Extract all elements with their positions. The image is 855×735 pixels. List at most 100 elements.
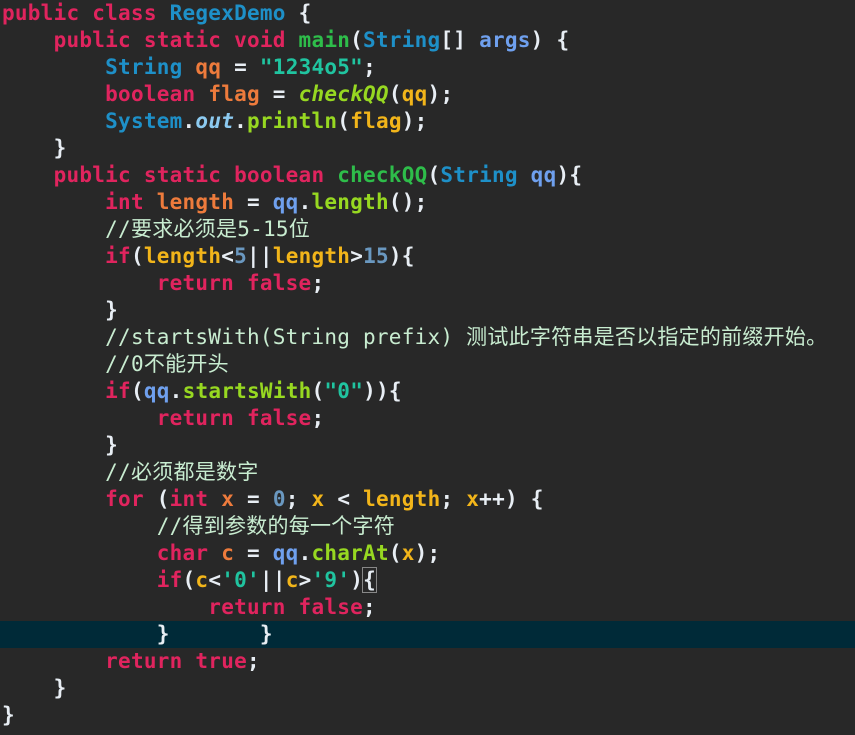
code-token: if: [156, 568, 183, 592]
code-token: =: [234, 541, 273, 565]
code-token: x: [466, 487, 480, 511]
code-line[interactable]: int length = qq.length();: [0, 189, 855, 216]
code-token: boolean: [105, 82, 209, 106]
code-token: qq: [272, 541, 299, 565]
code-line[interactable]: char c = qq.charAt(x);: [0, 540, 855, 567]
code-token: RegexDemo: [169, 1, 286, 25]
code-line[interactable]: public class RegexDemo {: [0, 0, 855, 27]
code-token: String: [363, 28, 441, 52]
code-token: public static void: [53, 28, 299, 52]
code-token: ){: [556, 163, 583, 187]
code-token: .: [298, 190, 312, 214]
code-token: '0': [221, 568, 260, 592]
code-line[interactable]: }: [0, 702, 855, 729]
code-token: {: [362, 567, 378, 593]
code-token: ||: [247, 244, 273, 268]
code-token: } }: [2, 622, 273, 646]
code-token: (: [427, 163, 441, 187]
code-editor[interactable]: public class RegexDemo { public static v…: [0, 0, 855, 735]
code-line[interactable]: }: [0, 675, 855, 702]
code-token: }: [2, 136, 67, 160]
code-token: length: [272, 244, 351, 268]
code-token: length: [311, 190, 389, 214]
code-token: //必须都是数字: [105, 460, 259, 484]
code-token: System: [105, 109, 183, 133]
code-token: ): [350, 568, 364, 592]
code-line[interactable]: //startsWith(String prefix) 测试此字符串是否以指定的…: [0, 324, 855, 351]
code-token: "0": [324, 379, 364, 403]
code-token: return true: [105, 649, 247, 673]
code-token: "1234o5": [259, 55, 364, 79]
code-token: >: [298, 568, 312, 592]
code-line-current[interactable]: } }: [0, 621, 855, 648]
code-line[interactable]: String qq = "1234o5";: [0, 54, 855, 81]
code-token: int: [105, 190, 157, 214]
code-token: out: [195, 109, 235, 133]
code-token: public class: [2, 1, 170, 25]
code-token: '9': [311, 568, 351, 592]
code-token: =: [221, 55, 260, 79]
code-token: <: [324, 487, 364, 511]
code-token: startsWith: [182, 379, 312, 403]
code-line[interactable]: boolean flag = checkQQ(qq);: [0, 81, 855, 108]
code-line[interactable]: if(c<'0'||c>'9'){: [0, 567, 855, 594]
code-token: ;: [246, 649, 260, 673]
code-token: ();: [388, 190, 428, 214]
code-line[interactable]: System.out.println(flag);: [0, 108, 855, 135]
code-line[interactable]: }: [0, 297, 855, 324]
code-line[interactable]: //0不能开头: [0, 351, 855, 378]
code-token: 15: [363, 244, 389, 268]
code-line[interactable]: return false;: [0, 270, 855, 297]
code-token: }: [2, 433, 119, 457]
code-token: c: [195, 568, 209, 592]
code-token: <: [208, 568, 222, 592]
code-token: (: [350, 28, 364, 52]
code-token: String: [105, 55, 196, 79]
code-line[interactable]: return true;: [0, 648, 855, 675]
code-line[interactable]: public static void main(String[] args) {: [0, 27, 855, 54]
code-line[interactable]: if(length<5||length>15){: [0, 243, 855, 270]
code-token: flag: [208, 82, 260, 106]
code-token: x: [401, 541, 415, 565]
code-line[interactable]: public static boolean checkQQ(String qq)…: [0, 162, 855, 189]
code-token: //startsWith(String prefix) 测试此字符串是否以指定的…: [105, 325, 828, 349]
code-line[interactable]: if(qq.startsWith("0")){: [0, 378, 855, 405]
code-token: );: [427, 82, 454, 106]
code-line[interactable]: return false;: [0, 405, 855, 432]
code-token: =: [234, 487, 273, 511]
code-token: flag: [350, 109, 402, 133]
code-token: 5: [234, 244, 248, 268]
code-token: ;: [311, 406, 325, 430]
code-token: charAt: [311, 541, 389, 565]
code-line[interactable]: for (int x = 0; x < length; x++) {: [0, 486, 855, 513]
code-token: }: [2, 703, 15, 727]
code-line[interactable]: }: [0, 432, 855, 459]
code-line[interactable]: //必须都是数字: [0, 459, 855, 486]
code-line[interactable]: //得到参数的每一个字符: [0, 513, 855, 540]
code-token: ||: [259, 568, 286, 592]
code-line[interactable]: //要求必须是5-15位: [0, 216, 855, 243]
code-token: ) {: [530, 28, 570, 52]
code-token: ;: [285, 487, 312, 511]
code-token: )){: [363, 379, 402, 403]
code-token: if: [105, 244, 131, 268]
code-token: main: [298, 28, 351, 52]
code-line[interactable]: }: [0, 135, 855, 162]
code-token: String: [440, 163, 531, 187]
code-token: 0: [272, 487, 286, 511]
code-token: //得到参数的每一个字符: [156, 514, 396, 538]
code-token: qq: [143, 379, 170, 403]
code-line[interactable]: return false;: [0, 594, 855, 621]
code-token: (: [130, 244, 144, 268]
